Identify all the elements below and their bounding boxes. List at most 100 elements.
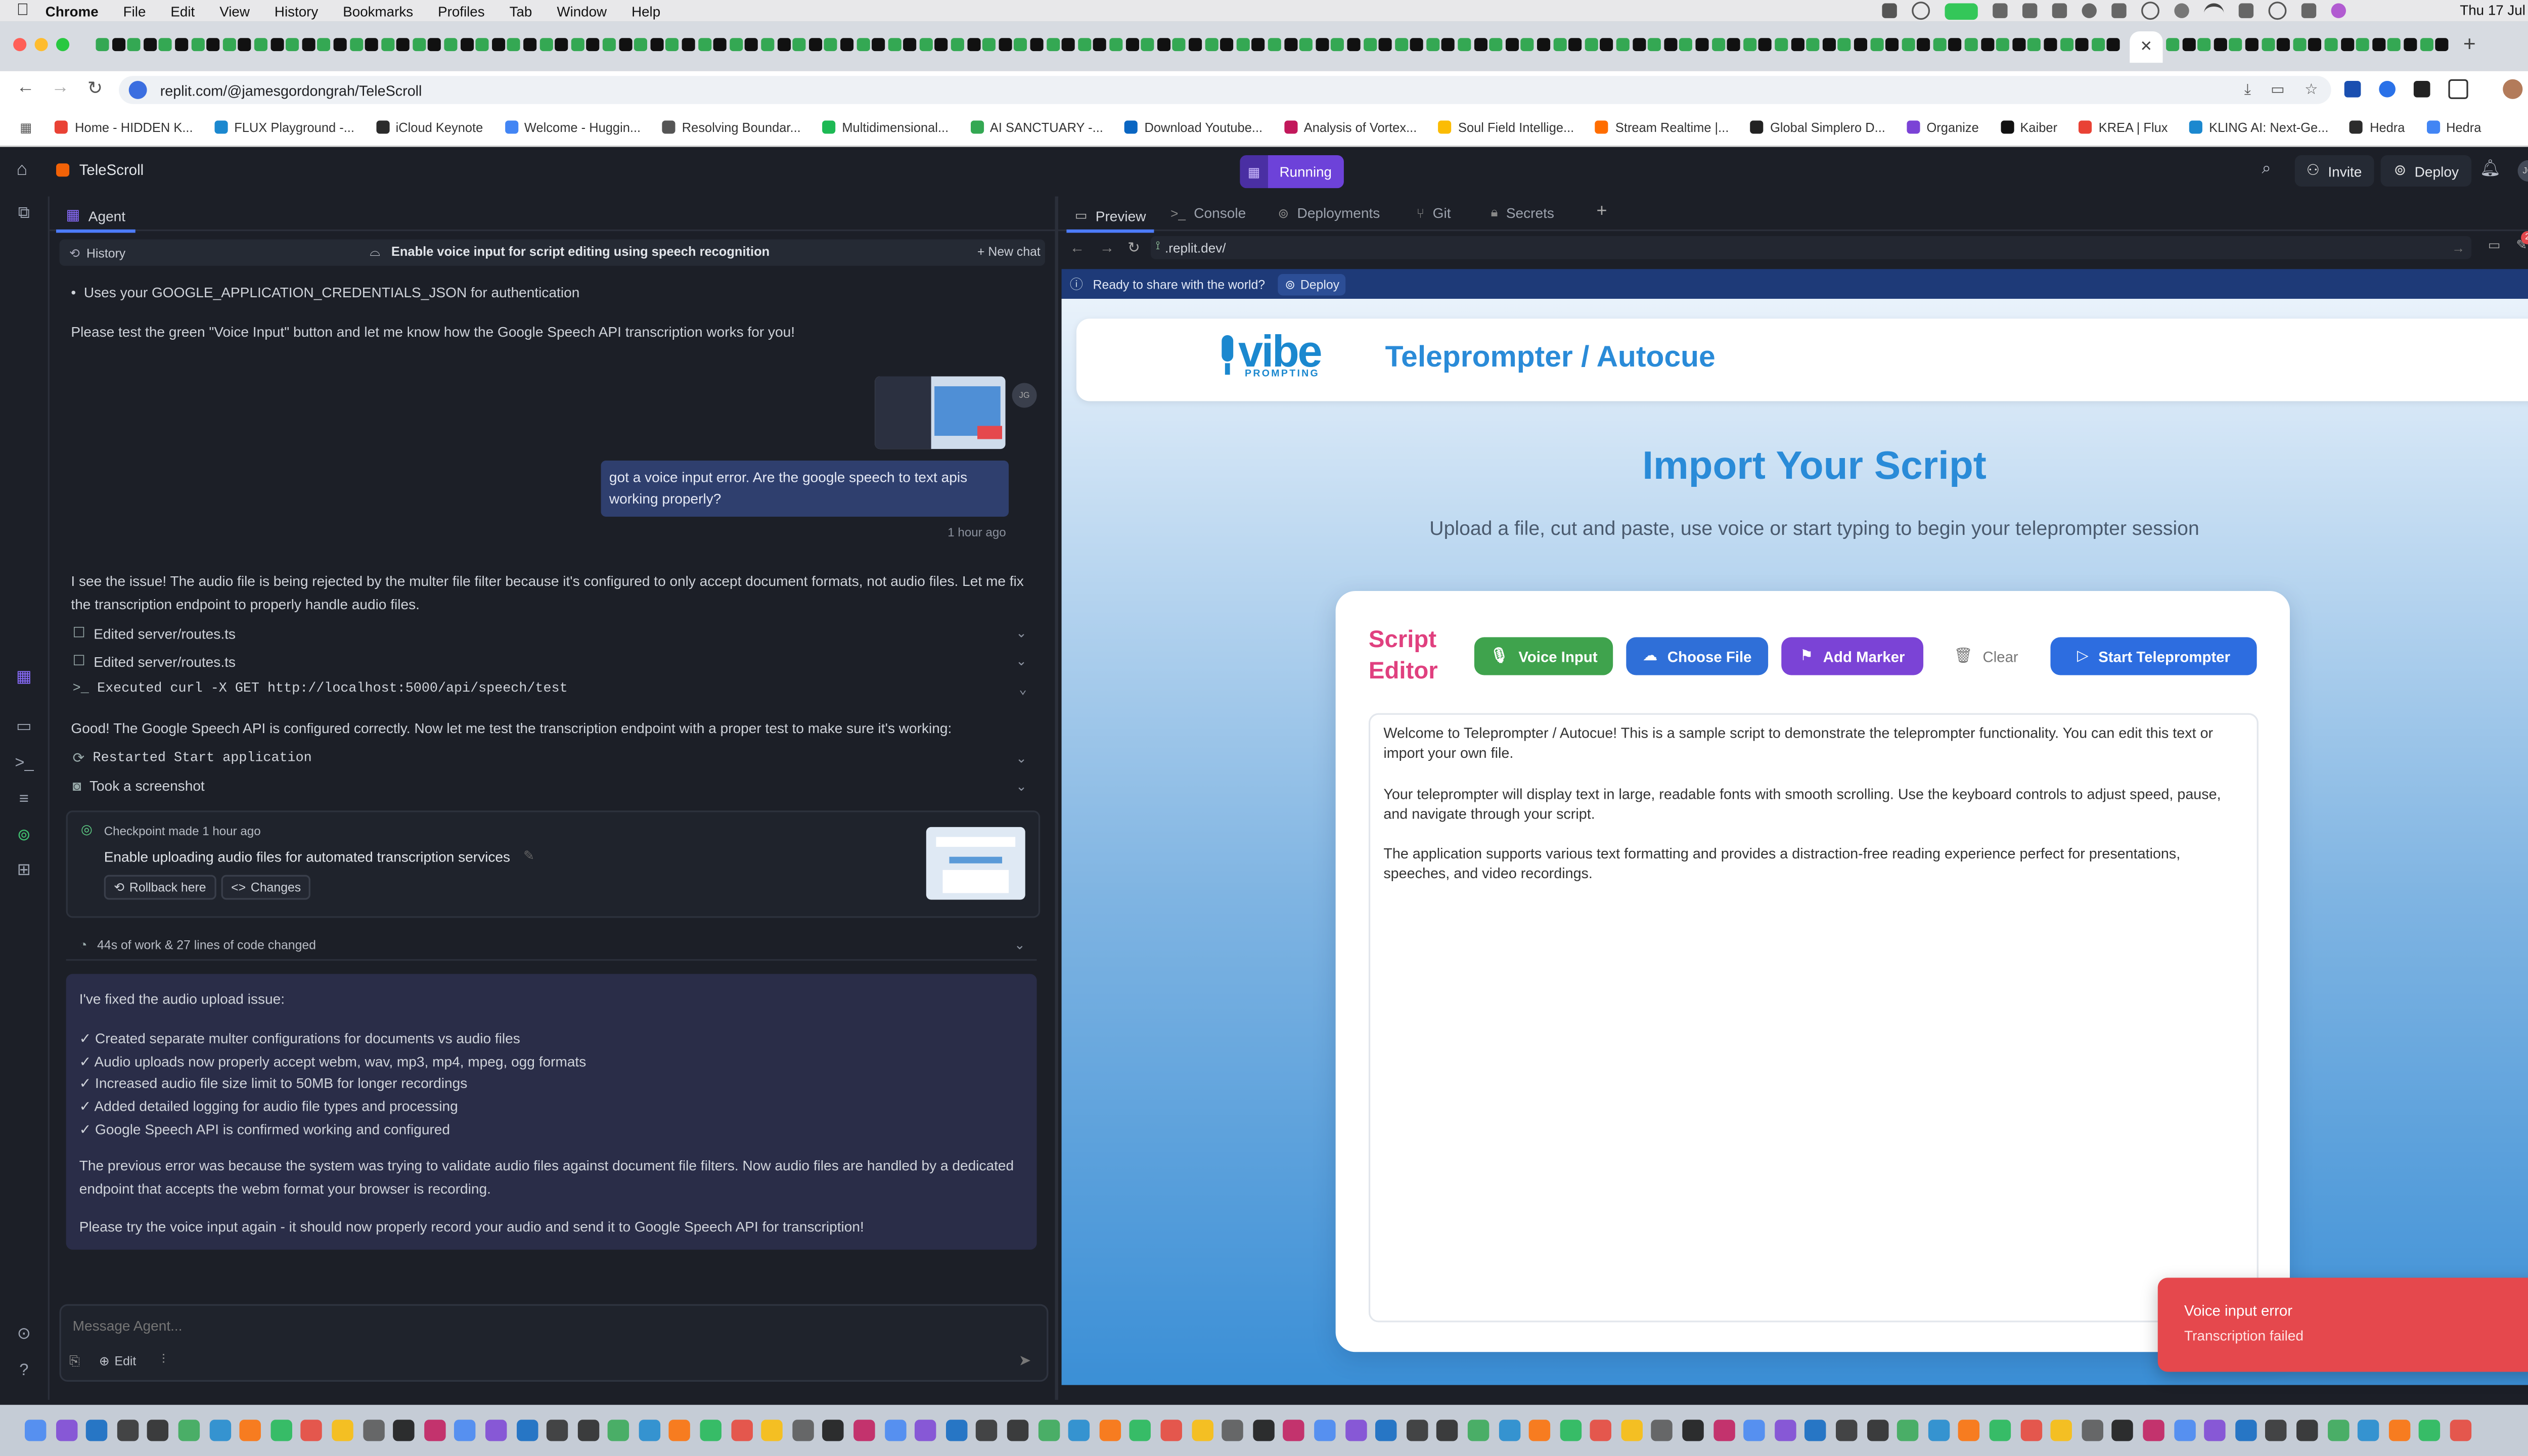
tab-favicon-icon[interactable] [1980, 38, 1994, 52]
tab-deployments[interactable]: ⊚ Deployments [1278, 205, 1380, 221]
tab-favicon-icon[interactable] [1585, 38, 1598, 52]
tab-favicon-icon[interactable] [1188, 38, 1202, 52]
tab-favicon-icon[interactable] [1758, 38, 1772, 52]
tab-console[interactable]: >_ Console [1170, 205, 1246, 221]
tab-favicon-icon[interactable] [460, 38, 474, 52]
tab-favicon-icon[interactable] [1854, 38, 1867, 52]
dock-app-icon[interactable] [516, 1420, 537, 1441]
bookmark-star-icon[interactable]: ☆ [2305, 81, 2318, 99]
dock-app-icon[interactable] [915, 1420, 937, 1441]
dock-app-icon[interactable] [1651, 1420, 1674, 1441]
tab-favicon-icon[interactable] [586, 38, 600, 52]
tab-favicon-icon[interactable] [1505, 38, 1519, 52]
dock-app-icon[interactable] [1283, 1420, 1305, 1441]
sidebar-toggle-icon[interactable]: ⧉ [15, 205, 33, 223]
bookmark-item[interactable]: Soul Field Intellige... [1438, 120, 1574, 134]
dock-app-icon[interactable] [2112, 1420, 2134, 1441]
menu-file[interactable]: File [123, 3, 146, 19]
wifi-icon[interactable] [2204, 2, 2224, 19]
menu-help[interactable]: Help [631, 3, 660, 19]
tab-favicon-icon[interactable] [1901, 38, 1915, 52]
tab-favicon-icon[interactable] [618, 38, 632, 52]
dock-app-icon[interactable] [1068, 1420, 1090, 1441]
tab-favicon-icon[interactable] [1695, 38, 1709, 52]
tab-git[interactable]: ⑂ Git [1417, 205, 1451, 221]
tab-favicon-icon[interactable] [1426, 38, 1439, 52]
menu-profiles[interactable]: Profiles [438, 3, 485, 19]
tab-favicon-icon[interactable] [175, 38, 189, 52]
tab-favicon-icon[interactable] [476, 38, 489, 52]
tab-favicon-icon[interactable] [872, 38, 885, 52]
tab-favicon-icon[interactable] [1141, 38, 1155, 52]
tab-favicon-icon[interactable] [602, 38, 616, 52]
screenshot-thumbnail[interactable] [875, 376, 1006, 449]
tab-favicon-icon[interactable] [1933, 38, 1947, 52]
add-tab-icon[interactable]: + [1597, 201, 1607, 221]
dock-app-icon[interactable] [1866, 1420, 1888, 1441]
tab-favicon-icon[interactable] [1299, 38, 1313, 52]
tab-favicon-icon[interactable] [1363, 38, 1376, 52]
dock-app-icon[interactable] [608, 1420, 629, 1441]
apple-icon[interactable]:  [17, 2, 29, 20]
add-marker-button[interactable]: ⚑ Add Marker [1781, 637, 1924, 675]
bookmark-item[interactable]: Hedra [2426, 120, 2481, 134]
tab-favicon-icon[interactable] [1268, 38, 1281, 52]
search-icon[interactable]: ⌕ [2262, 160, 2271, 178]
open-arrow-icon[interactable]: → [2452, 240, 2465, 255]
dock-app-icon[interactable] [1314, 1420, 1336, 1441]
control-center-icon[interactable] [2301, 3, 2317, 18]
tab-favicon-icon[interactable] [650, 38, 663, 52]
action-screenshot[interactable]: ◙ Took a screenshot ⌄ [73, 778, 1030, 794]
all-tools-icon[interactable]: ⊞ [15, 861, 33, 880]
tab-favicon-icon[interactable] [792, 38, 806, 52]
dock-app-icon[interactable] [731, 1420, 752, 1441]
clear-button[interactable]: 🗑︎ Clear [1936, 637, 2036, 675]
tab-favicon-icon[interactable] [2292, 38, 2306, 52]
tab-favicon-icon[interactable] [761, 38, 775, 52]
dock-app-icon[interactable] [1805, 1420, 1827, 1441]
dock-app-icon[interactable] [1743, 1420, 1766, 1441]
extensions-puzzle-icon[interactable] [2448, 79, 2468, 99]
dock-app-icon[interactable] [2266, 1420, 2287, 1441]
tab-favicon-icon[interactable] [111, 38, 125, 52]
menu-view[interactable]: View [219, 3, 250, 19]
tab-favicon-icon[interactable] [1743, 38, 1756, 52]
dock-app-icon[interactable] [1498, 1420, 1520, 1441]
chevron-down-icon[interactable]: ⌄ [1016, 779, 1027, 793]
tab-favicon-icon[interactable] [555, 38, 568, 52]
reload-icon[interactable]: ↻ [1127, 239, 1140, 257]
address-bar[interactable]: replit.com/@jamesgordongrah/TeleScroll ⤓… [119, 76, 2331, 104]
tab-favicon-icon[interactable] [143, 38, 157, 52]
preview-url-field[interactable]: ⟟ .replit.dev/ → [1150, 236, 2472, 259]
dock-app-icon[interactable] [1713, 1420, 1735, 1441]
dock-app-icon[interactable] [1099, 1420, 1121, 1441]
changes-button[interactable]: <> Changes [221, 875, 311, 900]
tab-favicon-icon[interactable] [1077, 38, 1091, 52]
new-tab-icon[interactable]: + [2463, 31, 2476, 56]
tab-favicon-icon[interactable] [1062, 38, 1075, 52]
dock-app-icon[interactable] [86, 1420, 108, 1441]
menu-window[interactable]: Window [557, 3, 607, 19]
bookmark-item[interactable]: KREA | Flux [2079, 120, 2168, 134]
dock-app-icon[interactable] [209, 1420, 231, 1441]
tab-favicon-icon[interactable] [286, 38, 299, 52]
cast-icon[interactable]: ▭ [2271, 81, 2285, 99]
tab-favicon-icon[interactable] [365, 38, 379, 52]
minimize-window-icon[interactable] [34, 38, 48, 52]
dock-app-icon[interactable] [393, 1420, 415, 1441]
tab-favicon-icon[interactable] [1157, 38, 1170, 52]
pencil-icon[interactable]: ✎ [523, 848, 534, 863]
site-info-icon[interactable] [128, 80, 147, 99]
menu-chrome[interactable]: Chrome [46, 3, 99, 19]
tab-favicon-icon[interactable] [2166, 38, 2180, 52]
menu-tab[interactable]: Tab [510, 3, 532, 19]
tab-favicon-icon[interactable] [935, 38, 949, 52]
dock-app-icon[interactable] [147, 1420, 169, 1441]
tab-favicon-icon[interactable] [1822, 38, 1836, 52]
dock-app-icon[interactable] [761, 1420, 783, 1441]
dock-app-icon[interactable] [2358, 1420, 2379, 1441]
tab-favicon-icon[interactable] [1774, 38, 1788, 52]
tab-favicon-icon[interactable] [2261, 38, 2275, 52]
dock-app-icon[interactable] [853, 1420, 875, 1441]
tab-favicon-icon[interactable] [1204, 38, 1218, 52]
